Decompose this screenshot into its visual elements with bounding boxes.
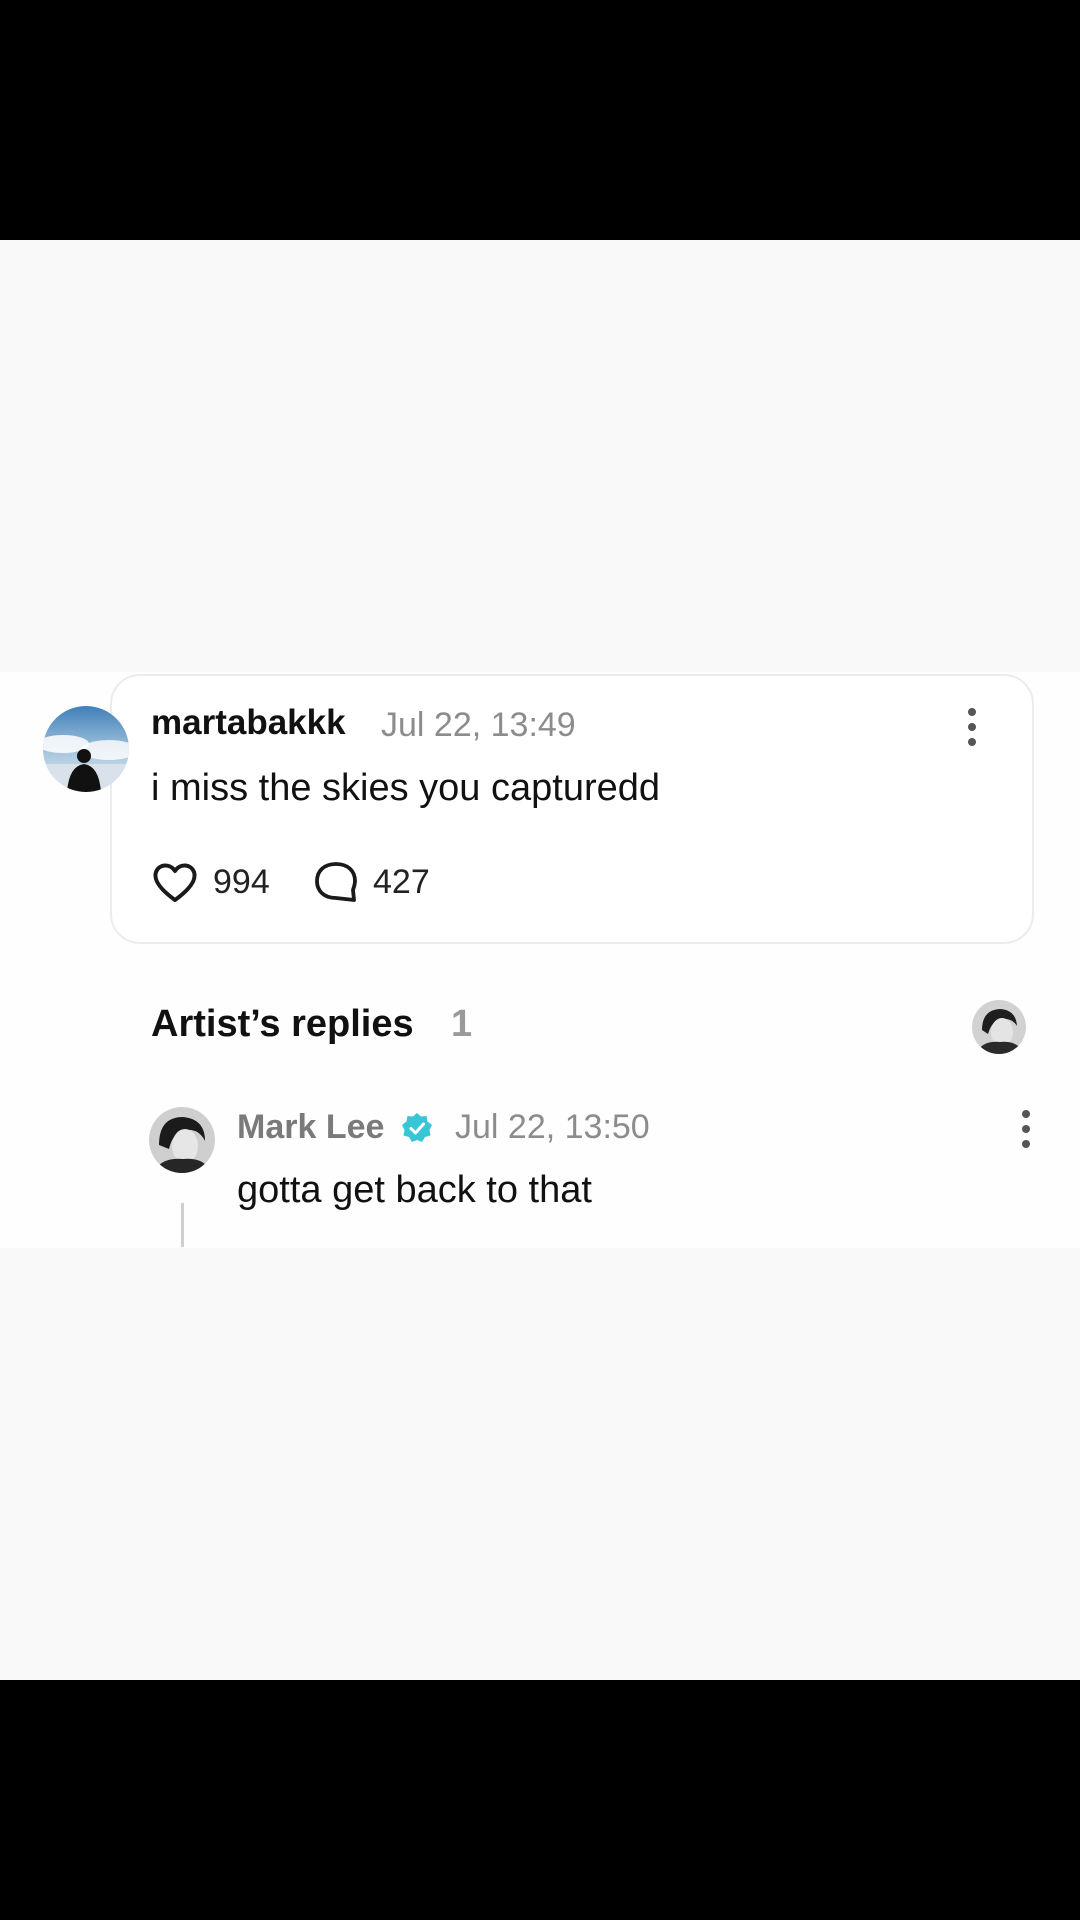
reply-timestamp: Jul 22, 13:50 xyxy=(455,1108,650,1146)
reply-text: gotta get back to that xyxy=(237,1169,592,1211)
user-silhouette-sky-avatar-icon xyxy=(43,706,129,792)
reply-more-button[interactable] xyxy=(1014,1107,1038,1151)
vertical-ellipsis-icon xyxy=(968,708,976,746)
comment-more-button[interactable] xyxy=(960,705,984,749)
artist-avatar-icon xyxy=(149,1107,215,1173)
reply-author-avatar[interactable] xyxy=(149,1107,215,1173)
verified-badge-icon xyxy=(401,1112,433,1144)
comment-text: i miss the skies you capturedd xyxy=(151,767,661,809)
thread-connector-line xyxy=(181,1203,184,1247)
reply-count: 427 xyxy=(373,862,430,901)
heart-icon xyxy=(153,863,197,902)
like-button[interactable]: 994 xyxy=(151,860,270,904)
commenter-avatar[interactable] xyxy=(43,706,129,792)
artist-replies-count: 1 xyxy=(451,1003,473,1045)
artist-replies-title: Artist’s replies xyxy=(151,1003,414,1045)
artist-avatar[interactable] xyxy=(972,1000,1026,1054)
comment-timestamp: Jul 22, 13:49 xyxy=(381,706,576,744)
reply-button[interactable]: 427 xyxy=(313,860,430,904)
reply-author-name[interactable]: Mark Lee xyxy=(237,1108,384,1147)
vertical-ellipsis-icon xyxy=(1022,1110,1030,1148)
commenter-username[interactable]: martabakkk xyxy=(151,703,346,743)
verified-icon xyxy=(402,1113,432,1142)
like-count: 994 xyxy=(213,862,270,901)
artist-avatar-icon xyxy=(972,1000,1026,1054)
speech-bubble-icon xyxy=(315,862,357,902)
